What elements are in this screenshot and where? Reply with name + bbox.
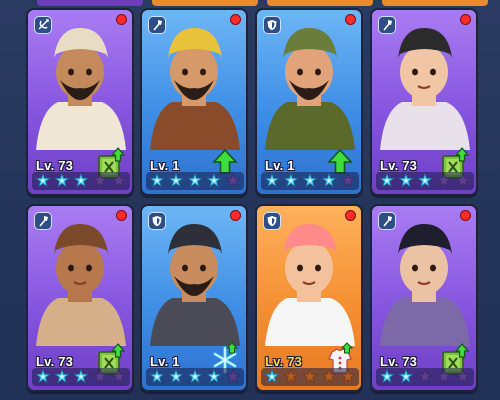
hero-card[interactable]: Lv. 73 — [370, 8, 478, 196]
top-card-strip — [37, 0, 143, 6]
hero-card[interactable]: Lv. 73 — [26, 204, 134, 392]
star-filled-icon — [149, 173, 165, 189]
star-filled-icon — [73, 173, 89, 189]
staff-icon — [148, 16, 166, 34]
star-filled-icon — [35, 369, 51, 385]
star-empty-icon — [339, 369, 356, 385]
star-rating — [32, 172, 130, 190]
staff-icon — [378, 212, 396, 230]
star-rating — [376, 172, 474, 190]
star-empty-icon — [110, 173, 127, 189]
star-filled-icon — [54, 173, 70, 189]
hero-card[interactable]: Lv. 73 — [370, 204, 478, 392]
star-filled-icon — [264, 173, 280, 189]
hero-level: Lv. 73 — [380, 158, 418, 173]
star-rating — [32, 368, 130, 386]
star-empty-icon — [302, 369, 318, 385]
star-filled-icon — [398, 173, 414, 189]
notification-dot — [345, 14, 356, 25]
star-filled-icon — [379, 369, 395, 385]
notification-dot — [460, 210, 471, 221]
hero-level: Lv. 1 — [150, 158, 180, 173]
notification-dot — [460, 14, 471, 25]
star-filled-icon — [168, 173, 184, 189]
notification-dot — [116, 210, 127, 221]
hero-level: Lv. 73 — [380, 354, 418, 369]
hero-card[interactable]: Lv. 1 — [140, 8, 248, 196]
hero-card[interactable]: Lv. 1 — [255, 8, 363, 196]
star-filled-icon — [379, 173, 395, 189]
star-filled-icon — [168, 369, 184, 385]
star-rating — [261, 172, 359, 190]
crossbow-icon — [34, 16, 52, 34]
hero-level: Lv. 73 — [265, 354, 303, 369]
star-filled-icon — [264, 369, 280, 385]
top-card-strip — [152, 0, 258, 6]
star-empty-icon — [224, 369, 241, 385]
star-filled-icon — [35, 173, 51, 189]
star-filled-icon — [206, 369, 222, 385]
star-empty-icon — [283, 369, 299, 385]
staff-icon — [34, 212, 52, 230]
hero-grid: Lv. 73 Lv. 1 Lv. 1 Lv. 73 Lv. 73 Lv. 1 L… — [0, 0, 500, 400]
star-filled-icon — [302, 173, 318, 189]
hero-level: Lv. 73 — [36, 158, 74, 173]
star-empty-icon — [454, 173, 471, 189]
star-empty-icon — [110, 369, 127, 385]
hero-level: Lv. 1 — [150, 354, 180, 369]
star-empty-icon — [339, 173, 356, 189]
staff-icon — [378, 16, 396, 34]
star-empty-icon — [436, 173, 452, 189]
star-filled-icon — [187, 173, 203, 189]
hero-card[interactable]: Lv. 73 — [26, 8, 134, 196]
star-rating — [146, 172, 244, 190]
shield-icon — [148, 212, 166, 230]
notification-dot — [345, 210, 356, 221]
star-filled-icon — [73, 369, 89, 385]
hero-card[interactable]: Lv. 73 — [255, 204, 363, 392]
notification-dot — [230, 210, 241, 221]
star-filled-icon — [417, 173, 433, 189]
star-empty-icon — [436, 369, 452, 385]
star-filled-icon — [187, 369, 203, 385]
star-rating — [376, 368, 474, 386]
hero-level: Lv. 1 — [265, 158, 295, 173]
star-filled-icon — [321, 173, 337, 189]
star-filled-icon — [149, 369, 165, 385]
star-rating — [261, 368, 359, 386]
star-filled-icon — [54, 369, 70, 385]
top-card-strip — [267, 0, 373, 6]
shield-icon — [263, 16, 281, 34]
star-empty-icon — [92, 369, 108, 385]
star-empty-icon — [92, 173, 108, 189]
hero-card[interactable]: Lv. 1 — [140, 204, 248, 392]
top-card-strip — [382, 0, 488, 6]
star-empty-icon — [454, 369, 471, 385]
notification-dot — [230, 14, 241, 25]
hero-level: Lv. 73 — [36, 354, 74, 369]
shield-icon — [263, 212, 281, 230]
star-rating — [146, 368, 244, 386]
star-filled-icon — [398, 369, 414, 385]
notification-dot — [116, 14, 127, 25]
star-empty-icon — [417, 369, 433, 385]
star-filled-icon — [206, 173, 222, 189]
star-filled-icon — [283, 173, 299, 189]
star-empty-icon — [224, 173, 241, 189]
star-empty-icon — [321, 369, 337, 385]
